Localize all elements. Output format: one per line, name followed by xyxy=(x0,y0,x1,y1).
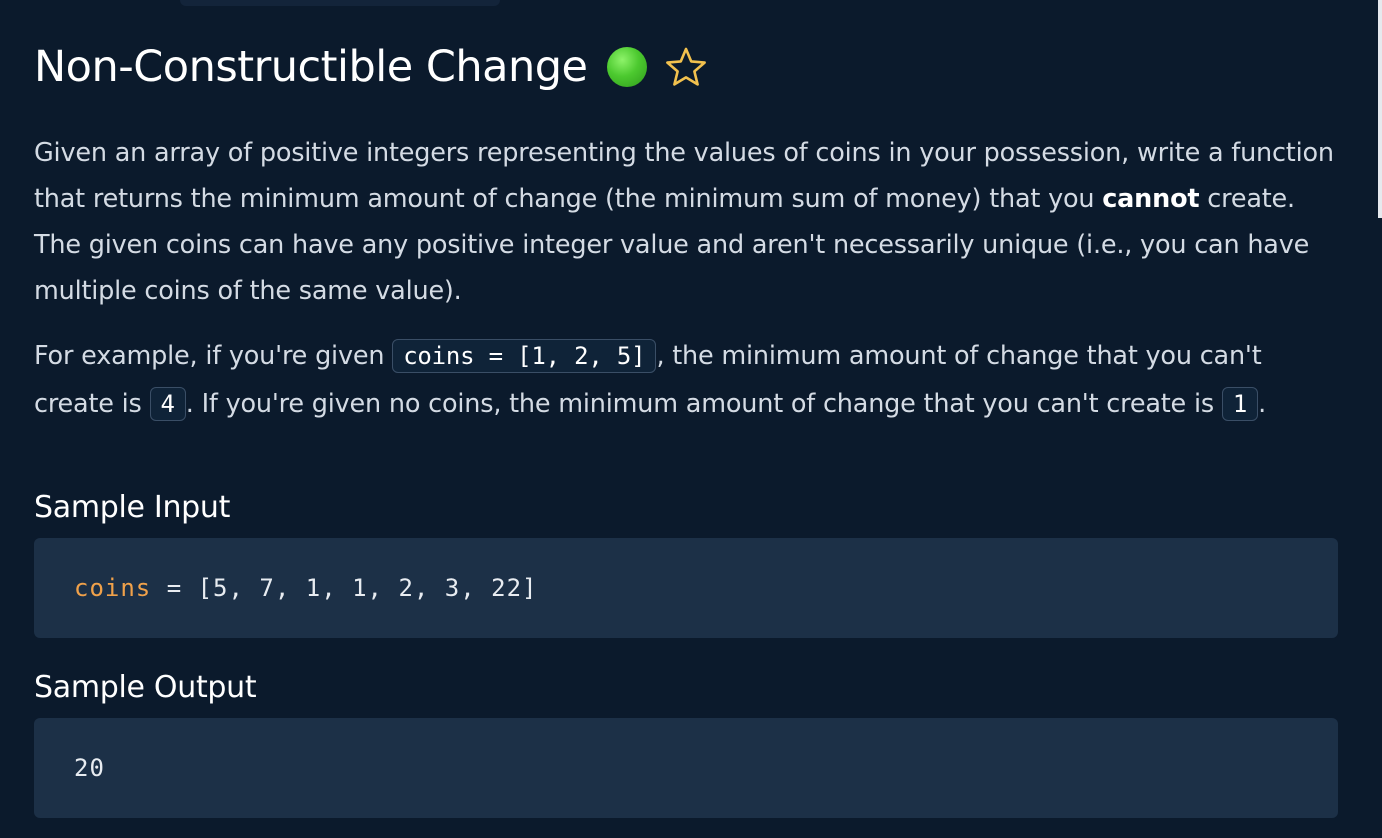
example-text: For example, if you're given xyxy=(34,341,393,371)
example-text: . If you're given no coins, the minimum … xyxy=(185,389,1222,419)
description-emphasis: cannot xyxy=(1102,184,1200,214)
example-text: . xyxy=(1258,389,1266,419)
sample-output-block[interactable]: 20 xyxy=(34,718,1338,818)
star-icon[interactable] xyxy=(665,46,707,88)
title-row: Non-Constructible Change xyxy=(34,36,707,98)
scrollbar[interactable] xyxy=(1378,0,1382,218)
example-paragraph: For example, if you're given coins = [1,… xyxy=(34,332,1334,428)
description-paragraph: Given an array of positive integers repr… xyxy=(34,130,1334,314)
problem-page: Non-Constructible Change Given an array … xyxy=(0,0,1382,838)
problem-description: Given an array of positive integers repr… xyxy=(34,130,1334,428)
sample-input-heading: Sample Input xyxy=(34,490,231,525)
inline-code-coins: coins = [1, 2, 5] xyxy=(392,339,657,373)
sample-output-heading: Sample Output xyxy=(34,670,257,705)
sample-input-block[interactable]: coins = [5, 7, 1, 1, 2, 3, 22] xyxy=(34,538,1338,638)
code-variable: coins xyxy=(74,574,152,602)
sample-input-code: coins = [5, 7, 1, 1, 2, 3, 22] xyxy=(74,574,537,602)
sample-output-code: 20 xyxy=(74,754,105,782)
inline-code-empty-answer: 1 xyxy=(1221,387,1259,421)
inline-code-answer: 4 xyxy=(149,387,186,421)
top-tab-shadow xyxy=(180,0,500,6)
code-value: = [5, 7, 1, 1, 2, 3, 22] xyxy=(151,574,538,602)
difficulty-indicator-icon xyxy=(607,47,648,87)
page-title: Non-Constructible Change xyxy=(34,42,588,92)
